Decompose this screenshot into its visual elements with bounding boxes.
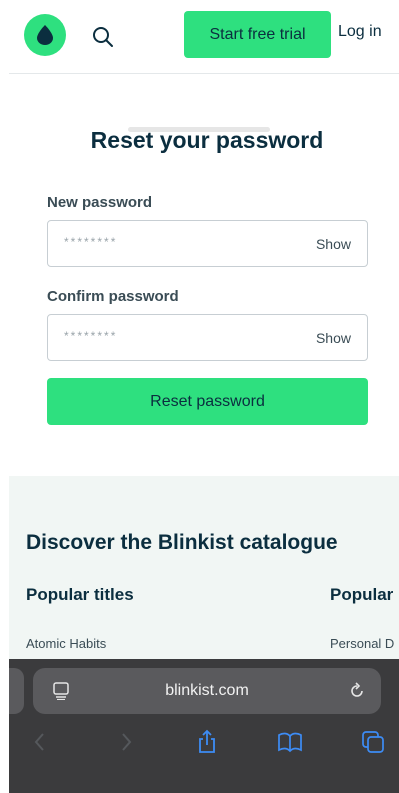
forward-icon[interactable] bbox=[113, 729, 139, 755]
confirm-password-show-toggle[interactable]: Show bbox=[316, 330, 351, 346]
logo-drop-shape bbox=[37, 25, 53, 45]
catalogue-link-atomic-habits[interactable]: Atomic Habits bbox=[26, 636, 106, 651]
start-free-trial-button[interactable]: Start free trial bbox=[184, 11, 331, 58]
catalogue-title: Discover the Blinkist catalogue bbox=[26, 531, 338, 554]
new-password-show-toggle[interactable]: Show bbox=[316, 236, 351, 252]
home-indicator bbox=[128, 127, 270, 132]
reload-icon[interactable] bbox=[347, 681, 367, 701]
login-link[interactable]: Log in bbox=[338, 23, 382, 41]
new-password-field[interactable]: ******** Show bbox=[47, 220, 368, 267]
column-heading-popular: Popular bbox=[330, 585, 394, 604]
previous-tab-edge[interactable] bbox=[9, 668, 24, 714]
site-header: Start free trial Log in bbox=[0, 0, 399, 72]
tabs-icon[interactable] bbox=[360, 729, 386, 755]
new-password-placeholder: ******** bbox=[64, 235, 118, 249]
catalogue-section: Discover the Blinkist catalogue Popular … bbox=[9, 476, 399, 676]
header-divider bbox=[9, 73, 399, 74]
search-icon[interactable] bbox=[90, 24, 116, 50]
share-icon[interactable] bbox=[194, 729, 220, 755]
blinkist-logo-icon[interactable] bbox=[24, 14, 66, 56]
new-password-label: New password bbox=[47, 194, 153, 211]
url-text: blinkist.com bbox=[165, 682, 249, 699]
back-icon[interactable] bbox=[27, 729, 53, 755]
address-bar[interactable]: blinkist.com bbox=[33, 668, 381, 714]
bookmarks-icon[interactable] bbox=[277, 729, 303, 755]
confirm-password-field[interactable]: ******** Show bbox=[47, 314, 368, 361]
browser-toolbar: blinkist.com bbox=[9, 659, 399, 793]
confirm-password-placeholder: ******** bbox=[64, 329, 118, 343]
catalogue-link-personal[interactable]: Personal D bbox=[330, 636, 394, 651]
confirm-password-label: Confirm password bbox=[47, 288, 179, 305]
column-heading-popular-titles: Popular titles bbox=[26, 585, 134, 604]
reset-password-button[interactable]: Reset password bbox=[47, 378, 368, 425]
